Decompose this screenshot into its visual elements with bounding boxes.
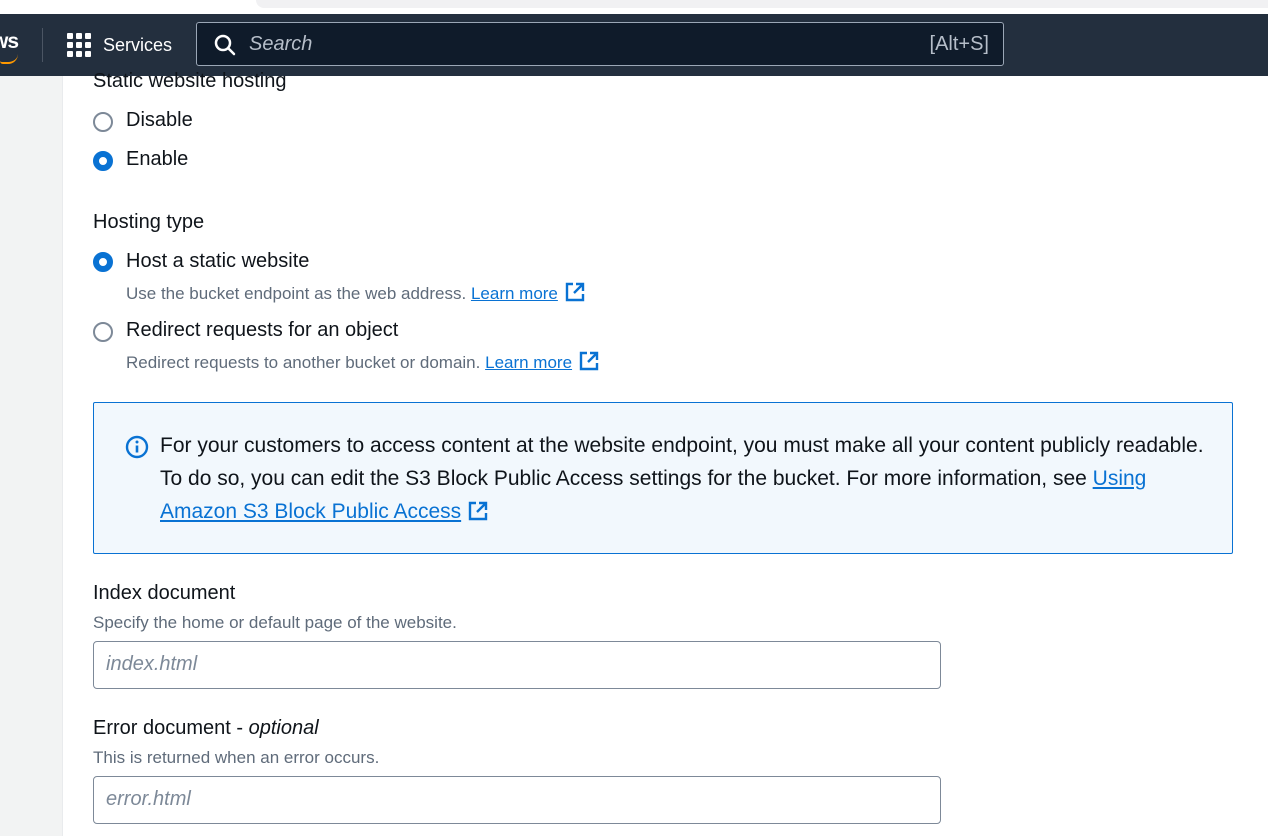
radio-disable[interactable] <box>93 112 113 132</box>
info-icon <box>125 435 149 459</box>
error-document-description: This is returned when an error occurs. <box>93 748 380 767</box>
info-alert-text: For your customers to access content at … <box>160 429 1210 528</box>
optional-marker: optional <box>248 717 319 739</box>
error-document-label-text: Error document <box>93 717 231 739</box>
learn-more-link[interactable]: Learn more <box>485 353 572 372</box>
search-input[interactable]: Search [Alt+S] <box>196 22 1004 66</box>
external-link-icon[interactable] <box>564 281 586 303</box>
error-document-placeholder: error.html <box>106 788 191 810</box>
error-document-label: Error document - optional <box>93 717 319 739</box>
description-text: Redirect requests to another bucket or d… <box>126 353 481 372</box>
error-document-input[interactable]: error.html <box>93 776 941 824</box>
description-text: Use the bucket endpoint as the web addre… <box>126 284 467 303</box>
search-shortcut-hint: [Alt+S] <box>929 33 989 55</box>
index-document-label: Index document <box>93 582 236 604</box>
radio-host-static-website-label[interactable]: Host a static website <box>126 250 309 273</box>
info-alert-body: For your customers to access content at … <box>160 434 1204 490</box>
services-label: Services <box>103 34 173 55</box>
top-navbar: ws Services Search [Alt+S] <box>0 14 1268 76</box>
static-hosting-label: Static website hosting <box>93 70 287 92</box>
index-document-placeholder: index.html <box>106 653 198 675</box>
radio-enable[interactable] <box>93 151 113 171</box>
browser-address-strip <box>256 0 1268 8</box>
index-document-input[interactable]: index.html <box>93 641 941 689</box>
radio-redirect-requests[interactable] <box>93 322 113 342</box>
learn-more-link[interactable]: Learn more <box>471 284 558 303</box>
info-alert: For your customers to access content at … <box>93 402 1233 554</box>
search-icon <box>214 34 236 56</box>
search-placeholder: Search <box>249 33 313 55</box>
browser-strip <box>0 0 1268 14</box>
grid-icon <box>67 33 91 57</box>
hosting-type-label: Hosting type <box>93 211 205 233</box>
radio-disable-label[interactable]: Disable <box>126 109 193 132</box>
redirect-requests-description: Redirect requests to another bucket or d… <box>126 350 600 373</box>
radio-enable-label[interactable]: Enable <box>126 148 188 171</box>
radio-host-static-website[interactable] <box>93 252 113 272</box>
index-document-description: Specify the home or default page of the … <box>93 613 457 632</box>
external-link-icon[interactable] <box>467 500 489 522</box>
external-link-icon[interactable] <box>578 350 600 372</box>
nav-divider <box>42 28 43 62</box>
services-menu-button[interactable]: Services <box>67 32 172 58</box>
aws-logo[interactable]: ws <box>0 28 22 64</box>
radio-redirect-requests-label[interactable]: Redirect requests for an object <box>126 319 398 342</box>
host-static-website-description: Use the bucket endpoint as the web addre… <box>126 281 586 304</box>
